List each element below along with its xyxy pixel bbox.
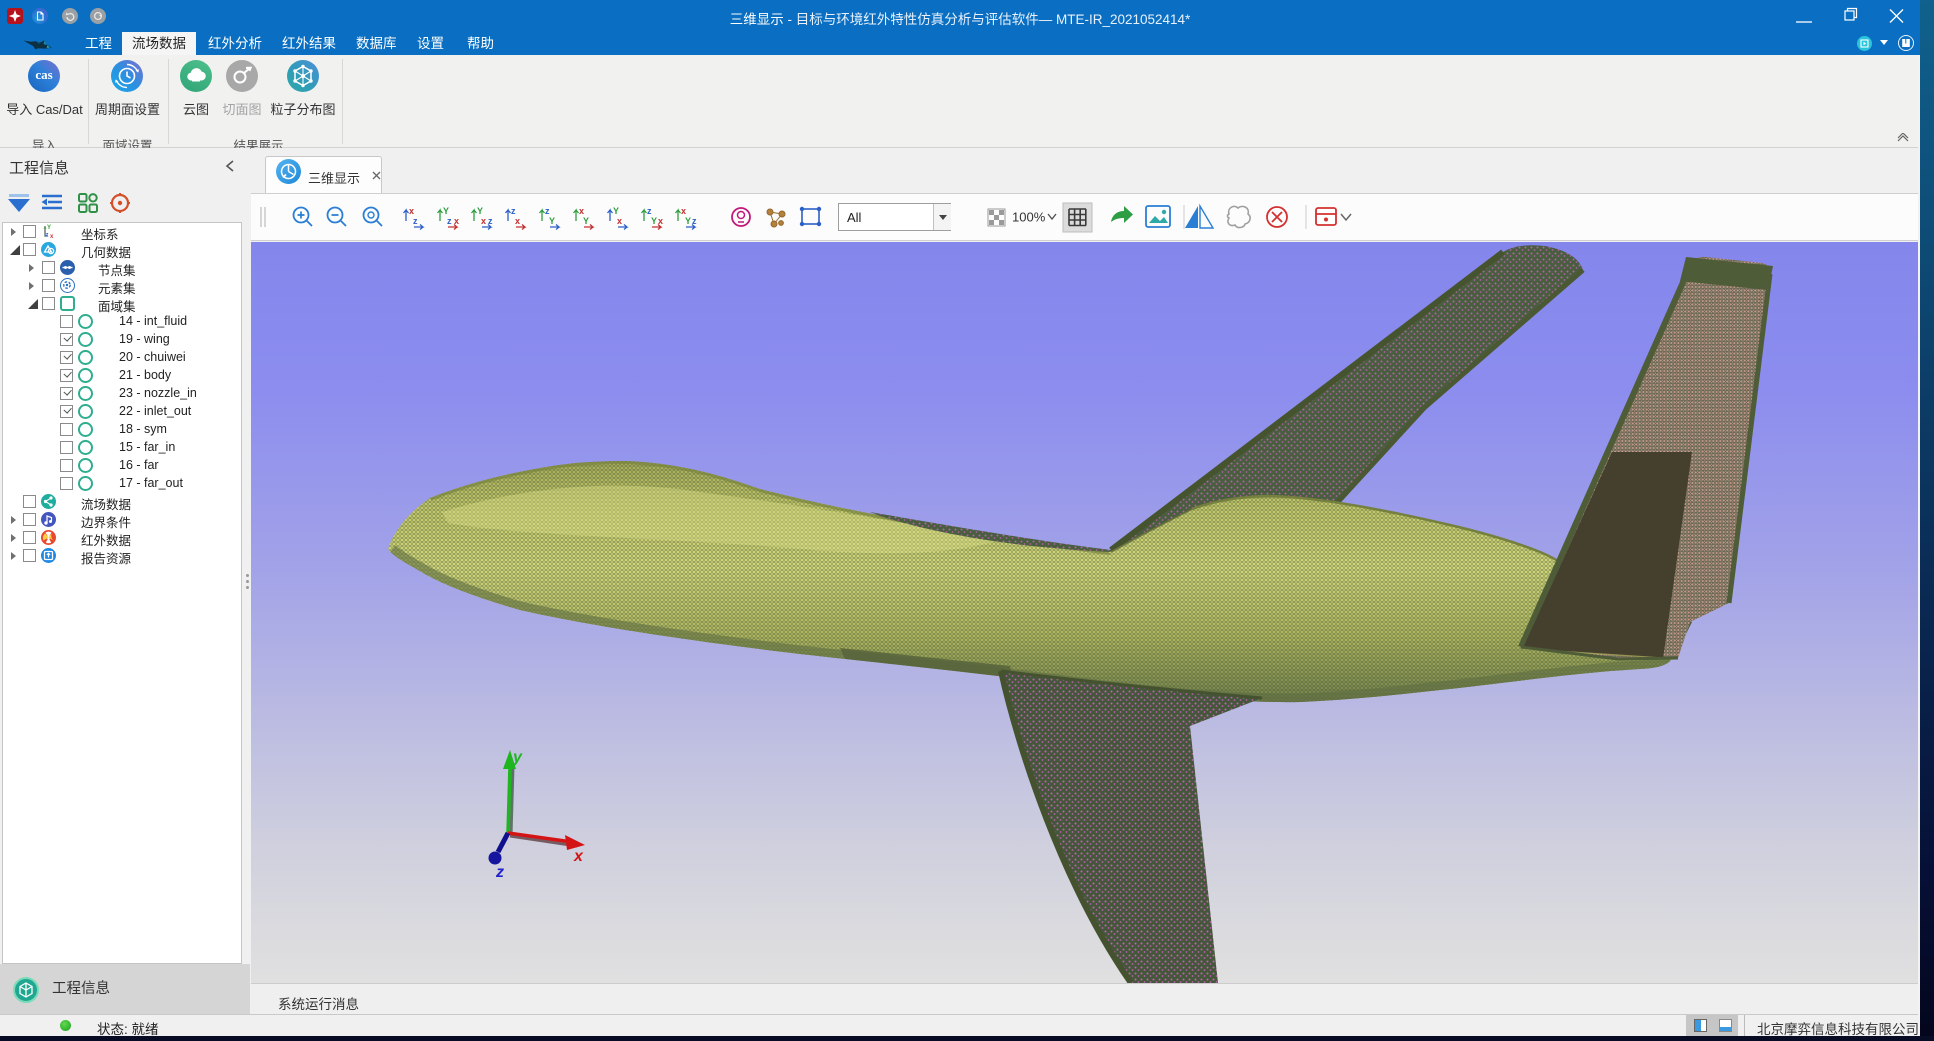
svg-text:x: x	[681, 206, 686, 216]
svg-text:Y: Y	[477, 206, 483, 216]
svg-text:z: z	[46, 233, 49, 239]
svg-text:Y: Y	[583, 216, 589, 226]
svg-text:Y: Y	[47, 225, 51, 231]
svg-text:x: x	[579, 206, 584, 216]
svg-text:x: x	[617, 216, 622, 226]
svg-text:z: z	[413, 216, 418, 226]
svg-text:Y: Y	[685, 216, 691, 226]
svg-text:x: x	[409, 206, 414, 216]
svg-text:100%: 100%	[1012, 210, 1046, 225]
svg-text:z: z	[495, 864, 504, 881]
svg-text:z: z	[511, 206, 516, 216]
svg-text:z: z	[447, 216, 452, 226]
svg-text:Y: Y	[651, 216, 657, 226]
svg-text:x: x	[481, 216, 486, 226]
svg-text:Y: Y	[613, 206, 619, 216]
svg-text:Y: Y	[549, 216, 555, 226]
svg-text:x: x	[515, 216, 520, 226]
svg-text:y: y	[512, 749, 523, 766]
svg-text:z: z	[647, 206, 652, 216]
svg-text:z: z	[545, 206, 550, 216]
svg-text:x: x	[573, 848, 584, 865]
svg-text:x: x	[50, 234, 54, 239]
svg-text:Y: Y	[443, 206, 449, 216]
